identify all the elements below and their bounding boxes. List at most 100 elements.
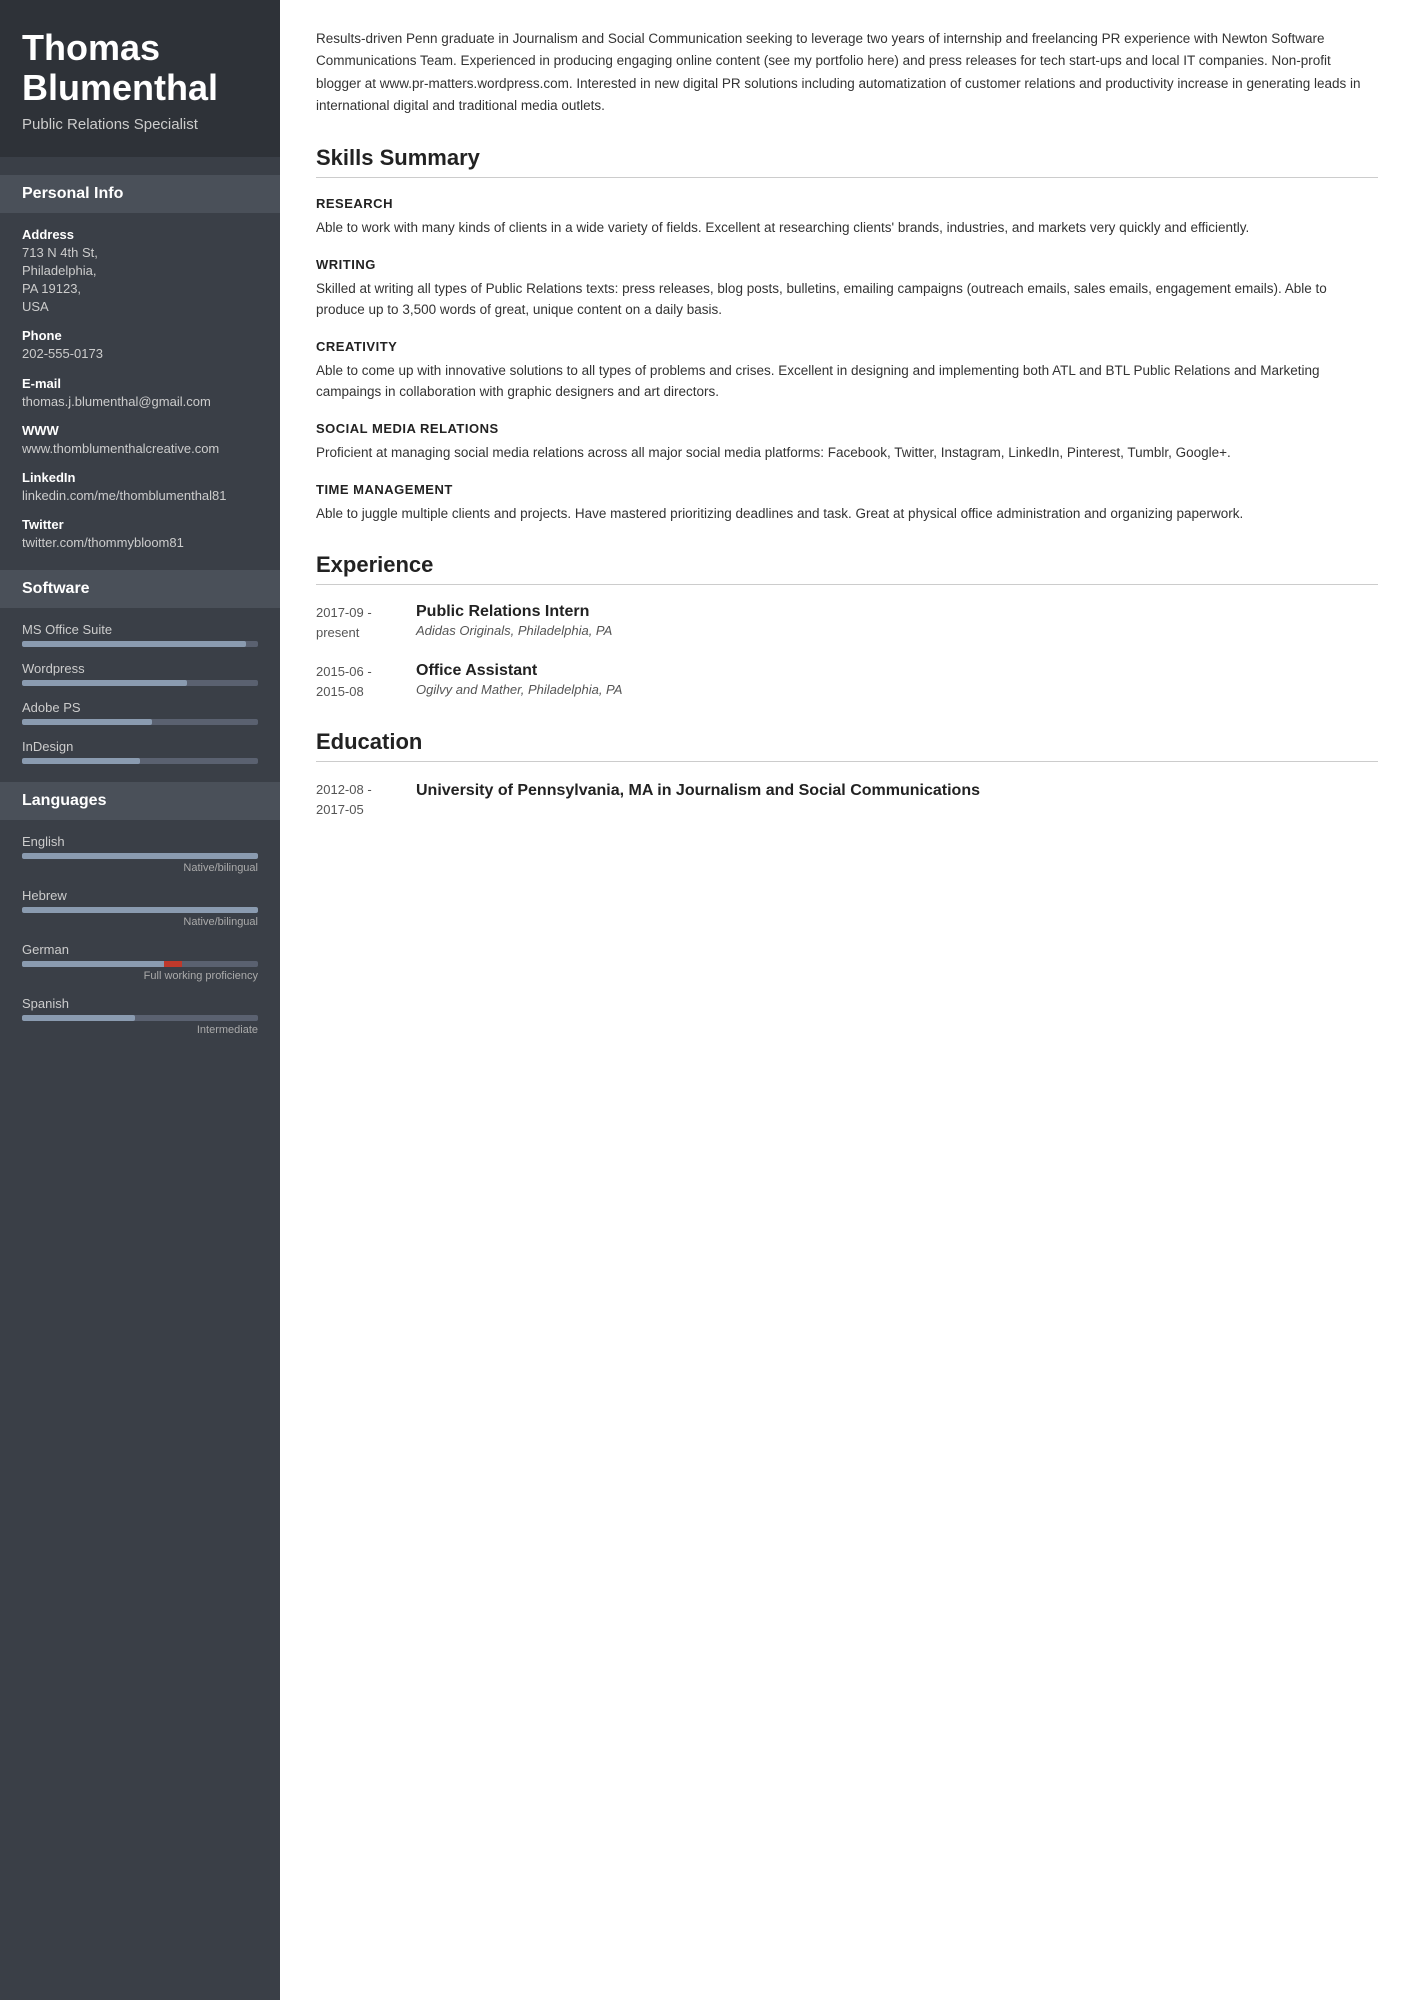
skill-description: Proficient at managing social media rela… — [316, 442, 1378, 464]
software-bar-fill — [22, 641, 246, 647]
candidate-title: Public Relations Specialist — [22, 115, 258, 135]
sidebar: Thomas Blumenthal Public Relations Speci… — [0, 0, 280, 2000]
linkedin-block: LinkedIn linkedin.com/me/thomblumenthal8… — [22, 470, 258, 505]
edu-details: University of Pennsylvania, MA in Journa… — [416, 780, 1378, 802]
software-item: InDesign — [22, 739, 258, 764]
experience-title: Experience — [316, 552, 1378, 585]
www-value: www.thomblumenthalcreative.com — [22, 440, 258, 458]
skill-description: Able to come up with innovative solution… — [316, 360, 1378, 403]
language-name: Hebrew — [22, 888, 258, 903]
skills-section-title: Skills Summary — [316, 145, 1378, 178]
languages-header: Languages — [0, 782, 280, 820]
email-block: E-mail thomas.j.blumenthal@gmail.com — [22, 376, 258, 411]
software-header: Software — [0, 570, 280, 608]
address-block: Address 713 N 4th St,Philadelphia,PA 191… — [22, 227, 258, 317]
skill-block: TIME MANAGEMENT Able to juggle multiple … — [316, 482, 1378, 525]
exp-company: Ogilvy and Mather, Philadelphia, PA — [416, 682, 1378, 697]
language-name: German — [22, 942, 258, 957]
language-item: Hebrew Native/bilingual — [22, 888, 258, 928]
exp-date: 2017-09 -present — [316, 603, 416, 642]
twitter-block: Twitter twitter.com/thommybloom81 — [22, 517, 258, 552]
education-entry: 2012-08 -2017-05 University of Pennsylva… — [316, 780, 1378, 819]
skill-heading: WRITING — [316, 257, 1378, 272]
exp-job-title: Public Relations Intern — [416, 603, 1378, 621]
software-section: MS Office Suite Wordpress Adobe PS InDes… — [0, 622, 280, 764]
candidate-name: Thomas Blumenthal — [22, 28, 258, 107]
linkedin-label: LinkedIn — [22, 470, 258, 485]
skill-block: WRITING Skilled at writing all types of … — [316, 257, 1378, 321]
software-name: MS Office Suite — [22, 622, 258, 637]
edu-degree: University of Pennsylvania, MA in Journa… — [416, 780, 1378, 802]
software-name: Wordpress — [22, 661, 258, 676]
skill-block: RESEARCH Able to work with many kinds of… — [316, 196, 1378, 239]
language-item: Spanish Intermediate — [22, 996, 258, 1036]
intro-paragraph: Results-driven Penn graduate in Journali… — [316, 28, 1378, 117]
exp-company: Adidas Originals, Philadelphia, PA — [416, 623, 1378, 638]
address-label: Address — [22, 227, 258, 242]
skill-heading: SOCIAL MEDIA RELATIONS — [316, 421, 1378, 436]
lang-bar-fill — [22, 853, 258, 859]
software-item: Wordpress — [22, 661, 258, 686]
experience-section: Experience 2017-09 -present Public Relat… — [316, 552, 1378, 701]
language-bar-bg — [22, 907, 258, 913]
www-block: WWW www.thomblumenthalcreative.com — [22, 423, 258, 458]
software-item: Adobe PS — [22, 700, 258, 725]
experience-entry: 2015-06 -2015-08 Office Assistant Ogilvy… — [316, 662, 1378, 701]
skill-heading: RESEARCH — [316, 196, 1378, 211]
address-value: 713 N 4th St,Philadelphia,PA 19123,USA — [22, 244, 258, 317]
sidebar-header: Thomas Blumenthal Public Relations Speci… — [0, 0, 280, 157]
edu-date: 2012-08 -2017-05 — [316, 780, 416, 819]
exp-details: Public Relations Intern Adidas Originals… — [416, 603, 1378, 638]
skill-description: Able to work with many kinds of clients … — [316, 217, 1378, 239]
personal-info-header: Personal Info — [0, 175, 280, 213]
software-bar-bg — [22, 680, 258, 686]
lang-bar-fill — [22, 907, 258, 913]
skills-container: RESEARCH Able to work with many kinds of… — [316, 196, 1378, 524]
education-container: 2012-08 -2017-05 University of Pennsylva… — [316, 780, 1378, 819]
language-item: German Full working proficiency — [22, 942, 258, 982]
software-bar-fill — [22, 758, 140, 764]
language-level: Intermediate — [22, 1024, 258, 1036]
www-label: WWW — [22, 423, 258, 438]
languages-section: English Native/bilingual Hebrew Native/b… — [0, 834, 280, 1036]
twitter-label: Twitter — [22, 517, 258, 532]
phone-label: Phone — [22, 328, 258, 343]
language-bar-bg — [22, 853, 258, 859]
language-level: Full working proficiency — [22, 970, 258, 982]
software-bar-bg — [22, 758, 258, 764]
email-label: E-mail — [22, 376, 258, 391]
language-bar-bg — [22, 1015, 258, 1021]
skill-block: CREATIVITY Able to come up with innovati… — [316, 339, 1378, 403]
skill-description: Skilled at writing all types of Public R… — [316, 278, 1378, 321]
linkedin-value: linkedin.com/me/thomblumenthal81 — [22, 487, 258, 505]
phone-value: 202-555-0173 — [22, 345, 258, 363]
software-bar-fill — [22, 719, 152, 725]
software-bar-fill — [22, 680, 187, 686]
skill-block: SOCIAL MEDIA RELATIONS Proficient at man… — [316, 421, 1378, 464]
email-value: thomas.j.blumenthal@gmail.com — [22, 393, 258, 411]
software-bar-bg — [22, 641, 258, 647]
language-bar-bg — [22, 961, 258, 967]
exp-job-title: Office Assistant — [416, 662, 1378, 680]
software-item: MS Office Suite — [22, 622, 258, 647]
twitter-value: twitter.com/thommybloom81 — [22, 534, 258, 552]
language-level: Native/bilingual — [22, 916, 258, 928]
experience-container: 2017-09 -present Public Relations Intern… — [316, 603, 1378, 701]
software-name: InDesign — [22, 739, 258, 754]
exp-details: Office Assistant Ogilvy and Mather, Phil… — [416, 662, 1378, 697]
skill-heading: TIME MANAGEMENT — [316, 482, 1378, 497]
skill-description: Able to juggle multiple clients and proj… — [316, 503, 1378, 525]
language-item: English Native/bilingual — [22, 834, 258, 874]
skill-heading: CREATIVITY — [316, 339, 1378, 354]
phone-block: Phone 202-555-0173 — [22, 328, 258, 363]
personal-info-section: Address 713 N 4th St,Philadelphia,PA 191… — [0, 227, 280, 553]
language-level: Native/bilingual — [22, 862, 258, 874]
language-name: Spanish — [22, 996, 258, 1011]
software-name: Adobe PS — [22, 700, 258, 715]
exp-date: 2015-06 -2015-08 — [316, 662, 416, 701]
education-section: Education 2012-08 -2017-05 University of… — [316, 729, 1378, 819]
software-bar-bg — [22, 719, 258, 725]
education-title: Education — [316, 729, 1378, 762]
language-name: English — [22, 834, 258, 849]
main-content: Results-driven Penn graduate in Journali… — [280, 0, 1414, 2000]
